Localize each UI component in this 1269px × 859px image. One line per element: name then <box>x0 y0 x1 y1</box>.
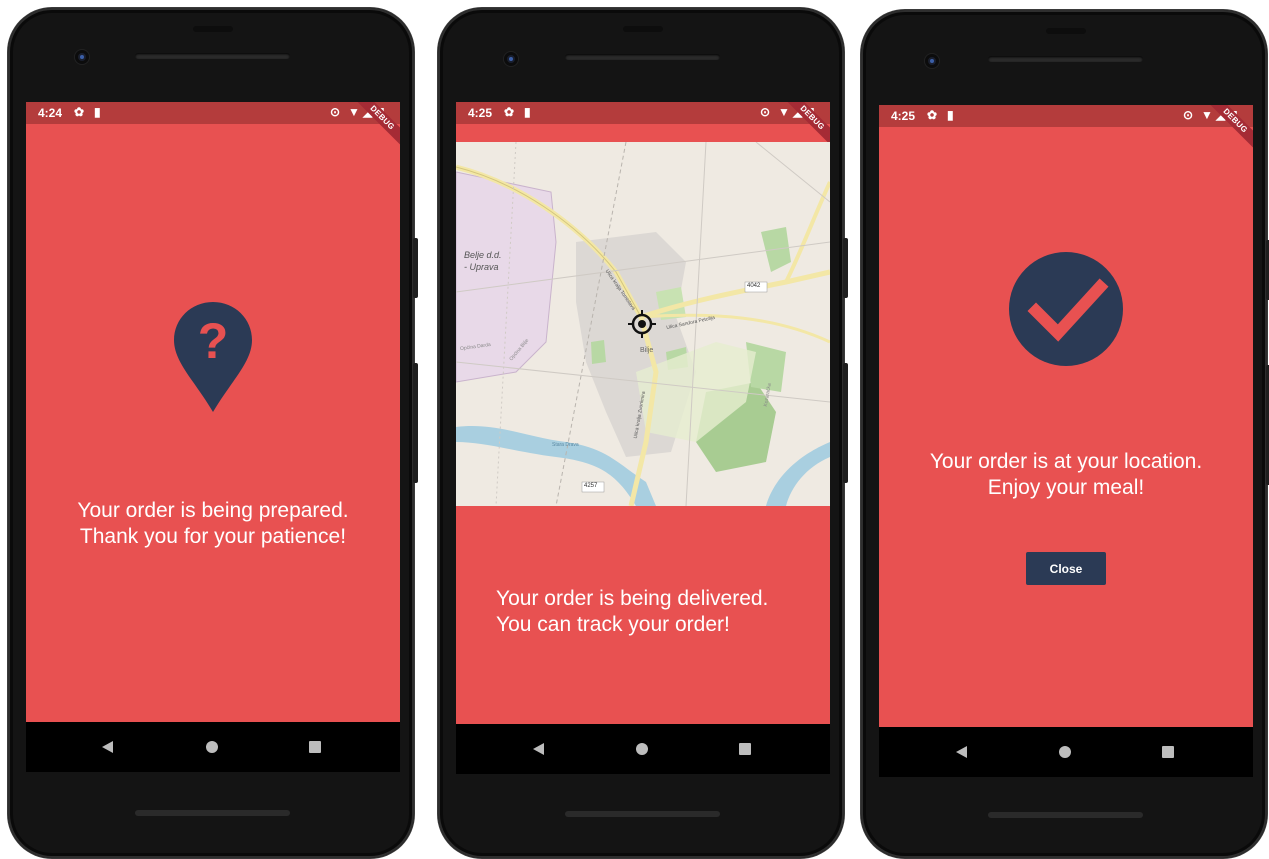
earpiece-speaker <box>988 56 1143 62</box>
sd-card-icon: ▮ <box>524 105 531 119</box>
home-icon[interactable] <box>1059 746 1071 758</box>
sd-card-icon: ▮ <box>947 108 954 122</box>
phone-frame-1: 4:24 ✿ ▮ ⊙ ▼ ◢ ▮ DEBUG ? Your order is b… <box>8 8 418 858</box>
wifi-icon: ▼ <box>348 105 360 119</box>
power-button <box>413 238 418 298</box>
message-line-2: Thank you for your patience! <box>79 525 347 548</box>
status-message: Your order is at your location. Enjoy yo… <box>879 449 1253 501</box>
earpiece-speaker <box>135 53 290 59</box>
checkmark-circle-icon <box>1009 252 1123 366</box>
bottom-speaker <box>565 811 720 817</box>
front-camera-icon <box>504 52 518 66</box>
wifi-icon: ▼ <box>778 105 790 119</box>
screen-arrived: 4:25 ✿ ▮ ⊙ ▼ ◢ ▮ DEBUG Your order is at … <box>879 105 1253 727</box>
top-sensor <box>193 26 233 32</box>
home-icon[interactable] <box>636 743 648 755</box>
settings-icon: ✿ <box>74 105 85 119</box>
status-message: Your order is being delivered. You can t… <box>496 586 830 638</box>
back-icon[interactable] <box>102 741 113 753</box>
status-bar: 4:25 ✿ ▮ ⊙ ▼ ◢ ▮ <box>456 102 830 124</box>
location-icon: ⊙ <box>1183 108 1194 122</box>
back-icon[interactable] <box>533 743 544 755</box>
status-message: Your order is being prepared. Thank you … <box>26 498 400 550</box>
front-camera-icon <box>75 50 89 64</box>
bottom-speaker <box>135 810 290 816</box>
status-time: 4:25 <box>891 109 916 123</box>
power-button <box>843 238 848 298</box>
recent-apps-icon[interactable] <box>1162 746 1174 758</box>
home-icon[interactable] <box>206 741 218 753</box>
status-bar: 4:25 ✿ ▮ ⊙ ▼ ◢ ▮ <box>879 105 1253 127</box>
map-label: Bilje <box>640 347 654 354</box>
screen-delivering: 4:25 ✿ ▮ ⊙ ▼ ◢ ▮ DEBUG <box>456 102 830 724</box>
earpiece-speaker <box>565 54 720 60</box>
front-camera-icon <box>925 54 939 68</box>
recent-apps-icon[interactable] <box>739 743 751 755</box>
message-line-1: Your order is being delivered. <box>496 587 769 610</box>
recent-apps-icon[interactable] <box>309 741 321 753</box>
tracking-map[interactable]: Belje d.d. - Uprava 4042 4257 Ulica kral… <box>456 142 830 506</box>
svg-text:?: ? <box>198 313 229 369</box>
map-label: 4042 <box>747 283 761 289</box>
sd-card-icon: ▮ <box>94 105 101 119</box>
phone-frame-3: 4:25 ✿ ▮ ⊙ ▼ ◢ ▮ DEBUG Your order is at … <box>861 10 1269 858</box>
status-time: 4:25 <box>468 106 493 120</box>
map-canvas <box>456 142 830 506</box>
volume-button <box>413 363 418 483</box>
nav-bar <box>456 724 830 774</box>
map-label: Belje d.d. <box>464 250 502 260</box>
volume-button <box>843 363 848 483</box>
settings-icon: ✿ <box>504 105 515 119</box>
message-line-1: Your order is being prepared. <box>77 499 349 522</box>
message-line-2: You can track your order! <box>496 613 730 636</box>
settings-icon: ✿ <box>927 108 938 122</box>
back-icon[interactable] <box>956 746 967 758</box>
top-sensor <box>1046 28 1086 34</box>
status-bar: 4:24 ✿ ▮ ⊙ ▼ ◢ ▮ <box>26 102 400 124</box>
question-location-pin-icon: ? <box>174 302 252 412</box>
screen-preparing: 4:24 ✿ ▮ ⊙ ▼ ◢ ▮ DEBUG ? Your order is b… <box>26 102 400 722</box>
message-line-2: Enjoy your meal! <box>987 476 1145 499</box>
status-time: 4:24 <box>38 106 63 120</box>
close-button[interactable]: Close <box>1026 552 1106 585</box>
map-label: 4257 <box>584 483 598 489</box>
bottom-speaker <box>988 812 1143 818</box>
map-label: Stara Drava <box>552 442 579 448</box>
nav-bar <box>26 722 400 772</box>
message-line-1: Your order is at your location. <box>929 450 1203 473</box>
wifi-icon: ▼ <box>1201 108 1213 122</box>
map-label: - Uprava <box>464 262 499 272</box>
location-icon: ⊙ <box>760 105 771 119</box>
location-icon: ⊙ <box>330 105 341 119</box>
top-sensor <box>623 26 663 32</box>
phone-frame-2: 4:25 ✿ ▮ ⊙ ▼ ◢ ▮ DEBUG <box>438 8 848 858</box>
nav-bar <box>879 727 1253 777</box>
